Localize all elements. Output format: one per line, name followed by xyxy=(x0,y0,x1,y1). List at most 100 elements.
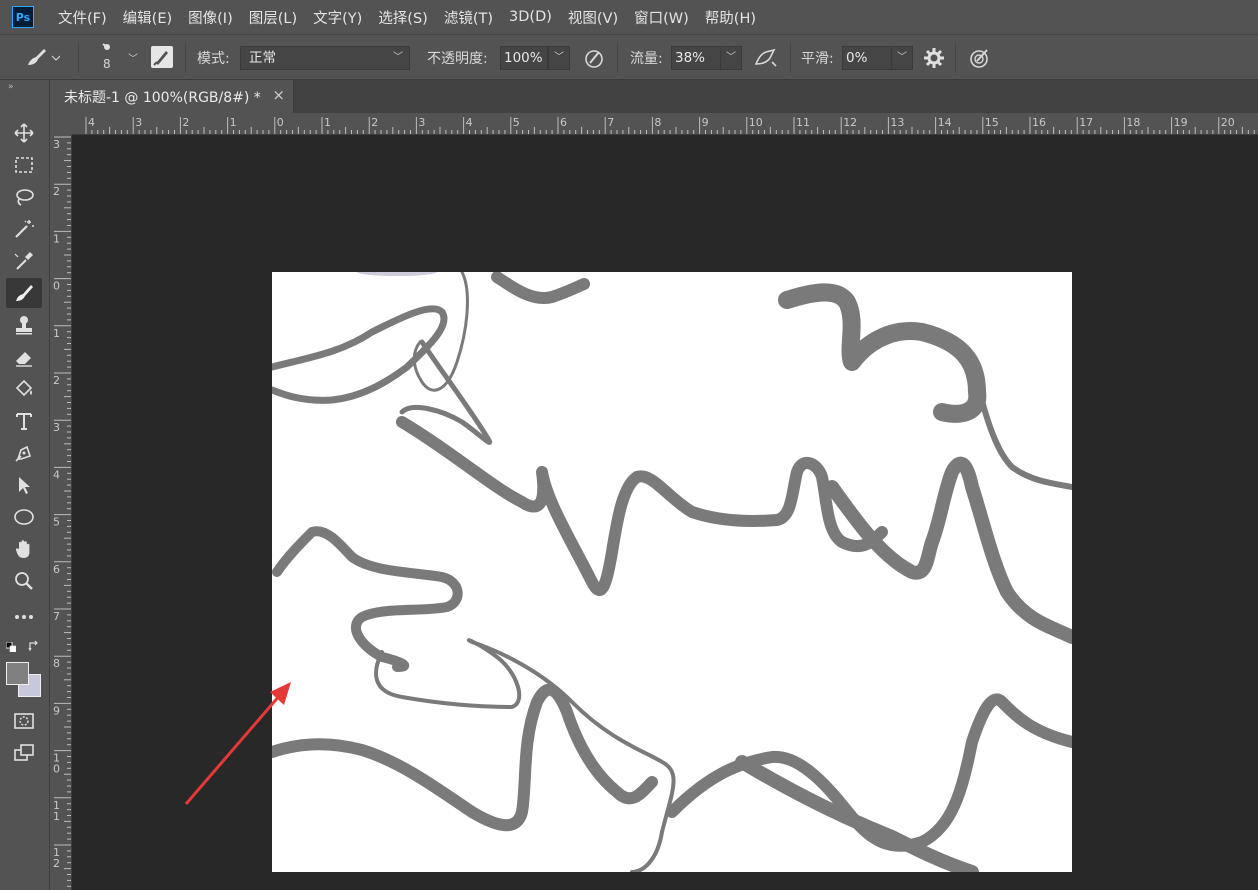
menu-view[interactable]: 视图(V) xyxy=(560,7,626,28)
menu-edit[interactable]: 编辑(E) xyxy=(115,7,180,28)
tools-panel: » xyxy=(0,80,50,890)
tool-eyedropper[interactable] xyxy=(6,246,42,276)
collapse-panel-icon[interactable]: » xyxy=(8,82,14,92)
tool-paint-bucket[interactable] xyxy=(6,374,42,404)
menu-file[interactable]: 文件(F) xyxy=(50,7,115,28)
brush-size-picker[interactable]: 8 ﹀ xyxy=(96,41,146,75)
stamp-icon xyxy=(16,316,32,335)
pressure-opacity-icon xyxy=(585,50,603,68)
smoothing-input[interactable]: 0% xyxy=(842,46,892,70)
ruler-label: 2 xyxy=(53,857,60,870)
symmetry-toggle[interactable] xyxy=(967,46,991,74)
lasso-icon xyxy=(16,189,34,206)
stroke-middle-zigzag xyxy=(396,416,888,596)
tool-ellipse[interactable] xyxy=(6,502,42,532)
smoothing-dropdown[interactable]: ﹀ xyxy=(891,46,913,70)
ruler-origin[interactable] xyxy=(50,113,72,135)
ruler-label: 0 xyxy=(53,763,60,776)
ruler-label: 13 xyxy=(890,116,904,129)
horizontal-ruler-ticks: 4 3 2 1 0 1 2 3 4 5 6 7 8 9 10 11 12 13 14 15 16 17 18 19 20 xyxy=(85,116,1255,134)
ellipse-icon xyxy=(14,509,34,525)
chevron-down-icon: ﹀ xyxy=(726,52,736,63)
tool-brush[interactable] xyxy=(6,278,42,308)
flow-input[interactable]: 38% xyxy=(671,46,721,70)
ruler-label: 1 xyxy=(53,232,60,245)
stroke-bottom-left xyxy=(272,683,658,832)
options-bar: 8 ﹀ 模式: 正常 ﹀ 不透明度: 100% ﹀ 流量: 38% ﹀ 平滑: … xyxy=(0,34,1258,80)
chevron-down-icon: ﹀ xyxy=(128,54,138,65)
smoothing-options-button[interactable] xyxy=(922,46,946,74)
eraser-icon xyxy=(16,352,32,367)
type-icon xyxy=(16,413,32,430)
flow-value: 38% xyxy=(675,50,706,66)
magic-wand-icon xyxy=(15,220,34,238)
ruler-label: 7 xyxy=(607,116,614,129)
ruler-label: 7 xyxy=(53,610,60,623)
default-colors-button[interactable] xyxy=(5,640,17,653)
menu-window[interactable]: 窗口(W) xyxy=(626,7,697,28)
tool-clone-stamp[interactable] xyxy=(6,310,42,340)
ruler-label: 6 xyxy=(53,563,60,576)
menu-filter[interactable]: 滤镜(T) xyxy=(436,7,501,28)
horizontal-ruler[interactable]: 4 3 2 1 0 1 2 3 4 5 6 7 8 9 10 11 12 13 14 15 16 17 18 19 20 xyxy=(50,113,1258,135)
ruler-label: 0 xyxy=(53,280,60,293)
tool-more[interactable] xyxy=(6,602,42,632)
tool-move[interactable] xyxy=(6,118,42,148)
hand-icon xyxy=(15,540,30,558)
stroke-top-right xyxy=(778,283,987,423)
ruler-label: 4 xyxy=(88,116,95,129)
tool-pen[interactable] xyxy=(6,438,42,468)
tool-screen-mode[interactable] xyxy=(6,738,42,768)
ruler-label: 4 xyxy=(53,468,60,481)
ruler-label: 3 xyxy=(135,116,142,129)
opacity-label: 不透明度: xyxy=(427,51,488,67)
flow-label: 流量: xyxy=(630,51,663,67)
ruler-label: 8 xyxy=(654,116,661,129)
vertical-ruler[interactable]: 3210123456789101112 xyxy=(50,135,72,890)
tool-marquee[interactable] xyxy=(6,150,42,180)
foreground-color-swatch[interactable] xyxy=(6,662,29,685)
brush-panel-toggle[interactable] xyxy=(151,46,173,68)
document-tab[interactable]: 未标题-1 @ 100%(RGB/8#) * × xyxy=(50,80,294,113)
stroke-bottom-center xyxy=(735,755,979,872)
opacity-dropdown[interactable]: ﹀ xyxy=(548,46,570,70)
default-colors-icon xyxy=(5,641,17,653)
document-canvas[interactable] xyxy=(272,272,1072,872)
tool-lasso[interactable] xyxy=(6,182,42,212)
tool-hand[interactable] xyxy=(6,534,42,564)
ruler-label: 2 xyxy=(182,116,189,129)
tool-path-selection[interactable] xyxy=(6,470,42,500)
airbrush-toggle[interactable] xyxy=(752,46,780,74)
ruler-label: 6 xyxy=(560,116,567,129)
menu-image[interactable]: 图像(I) xyxy=(180,7,241,28)
menu-type[interactable]: 文字(Y) xyxy=(305,7,370,28)
close-icon[interactable]: × xyxy=(272,86,285,104)
chevron-down-icon: ﹀ xyxy=(897,52,907,63)
ruler-label: 1 xyxy=(53,327,60,340)
menu-select[interactable]: 选择(S) xyxy=(370,7,436,28)
smoothing-label: 平滑: xyxy=(801,51,834,67)
tool-zoom[interactable] xyxy=(6,566,42,596)
flow-dropdown[interactable]: ﹀ xyxy=(720,46,742,70)
chevron-down-icon: ﹀ xyxy=(554,52,564,63)
menu-layer[interactable]: 图层(L) xyxy=(241,7,305,28)
menu-help[interactable]: 帮助(H) xyxy=(697,7,764,28)
move-icon xyxy=(14,123,34,143)
path-select-icon xyxy=(19,477,30,494)
tool-type[interactable] xyxy=(6,406,42,436)
menu-3d[interactable]: 3D(D) xyxy=(501,9,560,25)
ruler-label: 3 xyxy=(53,421,60,434)
tool-eraser[interactable] xyxy=(6,342,42,372)
opacity-input[interactable]: 100% xyxy=(500,46,548,70)
ruler-label: 1 xyxy=(324,116,331,129)
tool-preset-picker[interactable] xyxy=(20,45,61,75)
ruler-label: 9 xyxy=(702,116,709,129)
ruler-label: 10 xyxy=(749,116,763,129)
tool-magic-wand[interactable] xyxy=(6,214,42,244)
ruler-label: 8 xyxy=(53,657,60,670)
blend-mode-select[interactable]: 正常 ﹀ xyxy=(240,46,410,70)
swap-colors-button[interactable] xyxy=(28,640,40,652)
brush-preset-icon xyxy=(28,49,61,65)
pressure-opacity-toggle[interactable] xyxy=(582,46,606,74)
tool-quick-mask[interactable] xyxy=(6,706,42,736)
